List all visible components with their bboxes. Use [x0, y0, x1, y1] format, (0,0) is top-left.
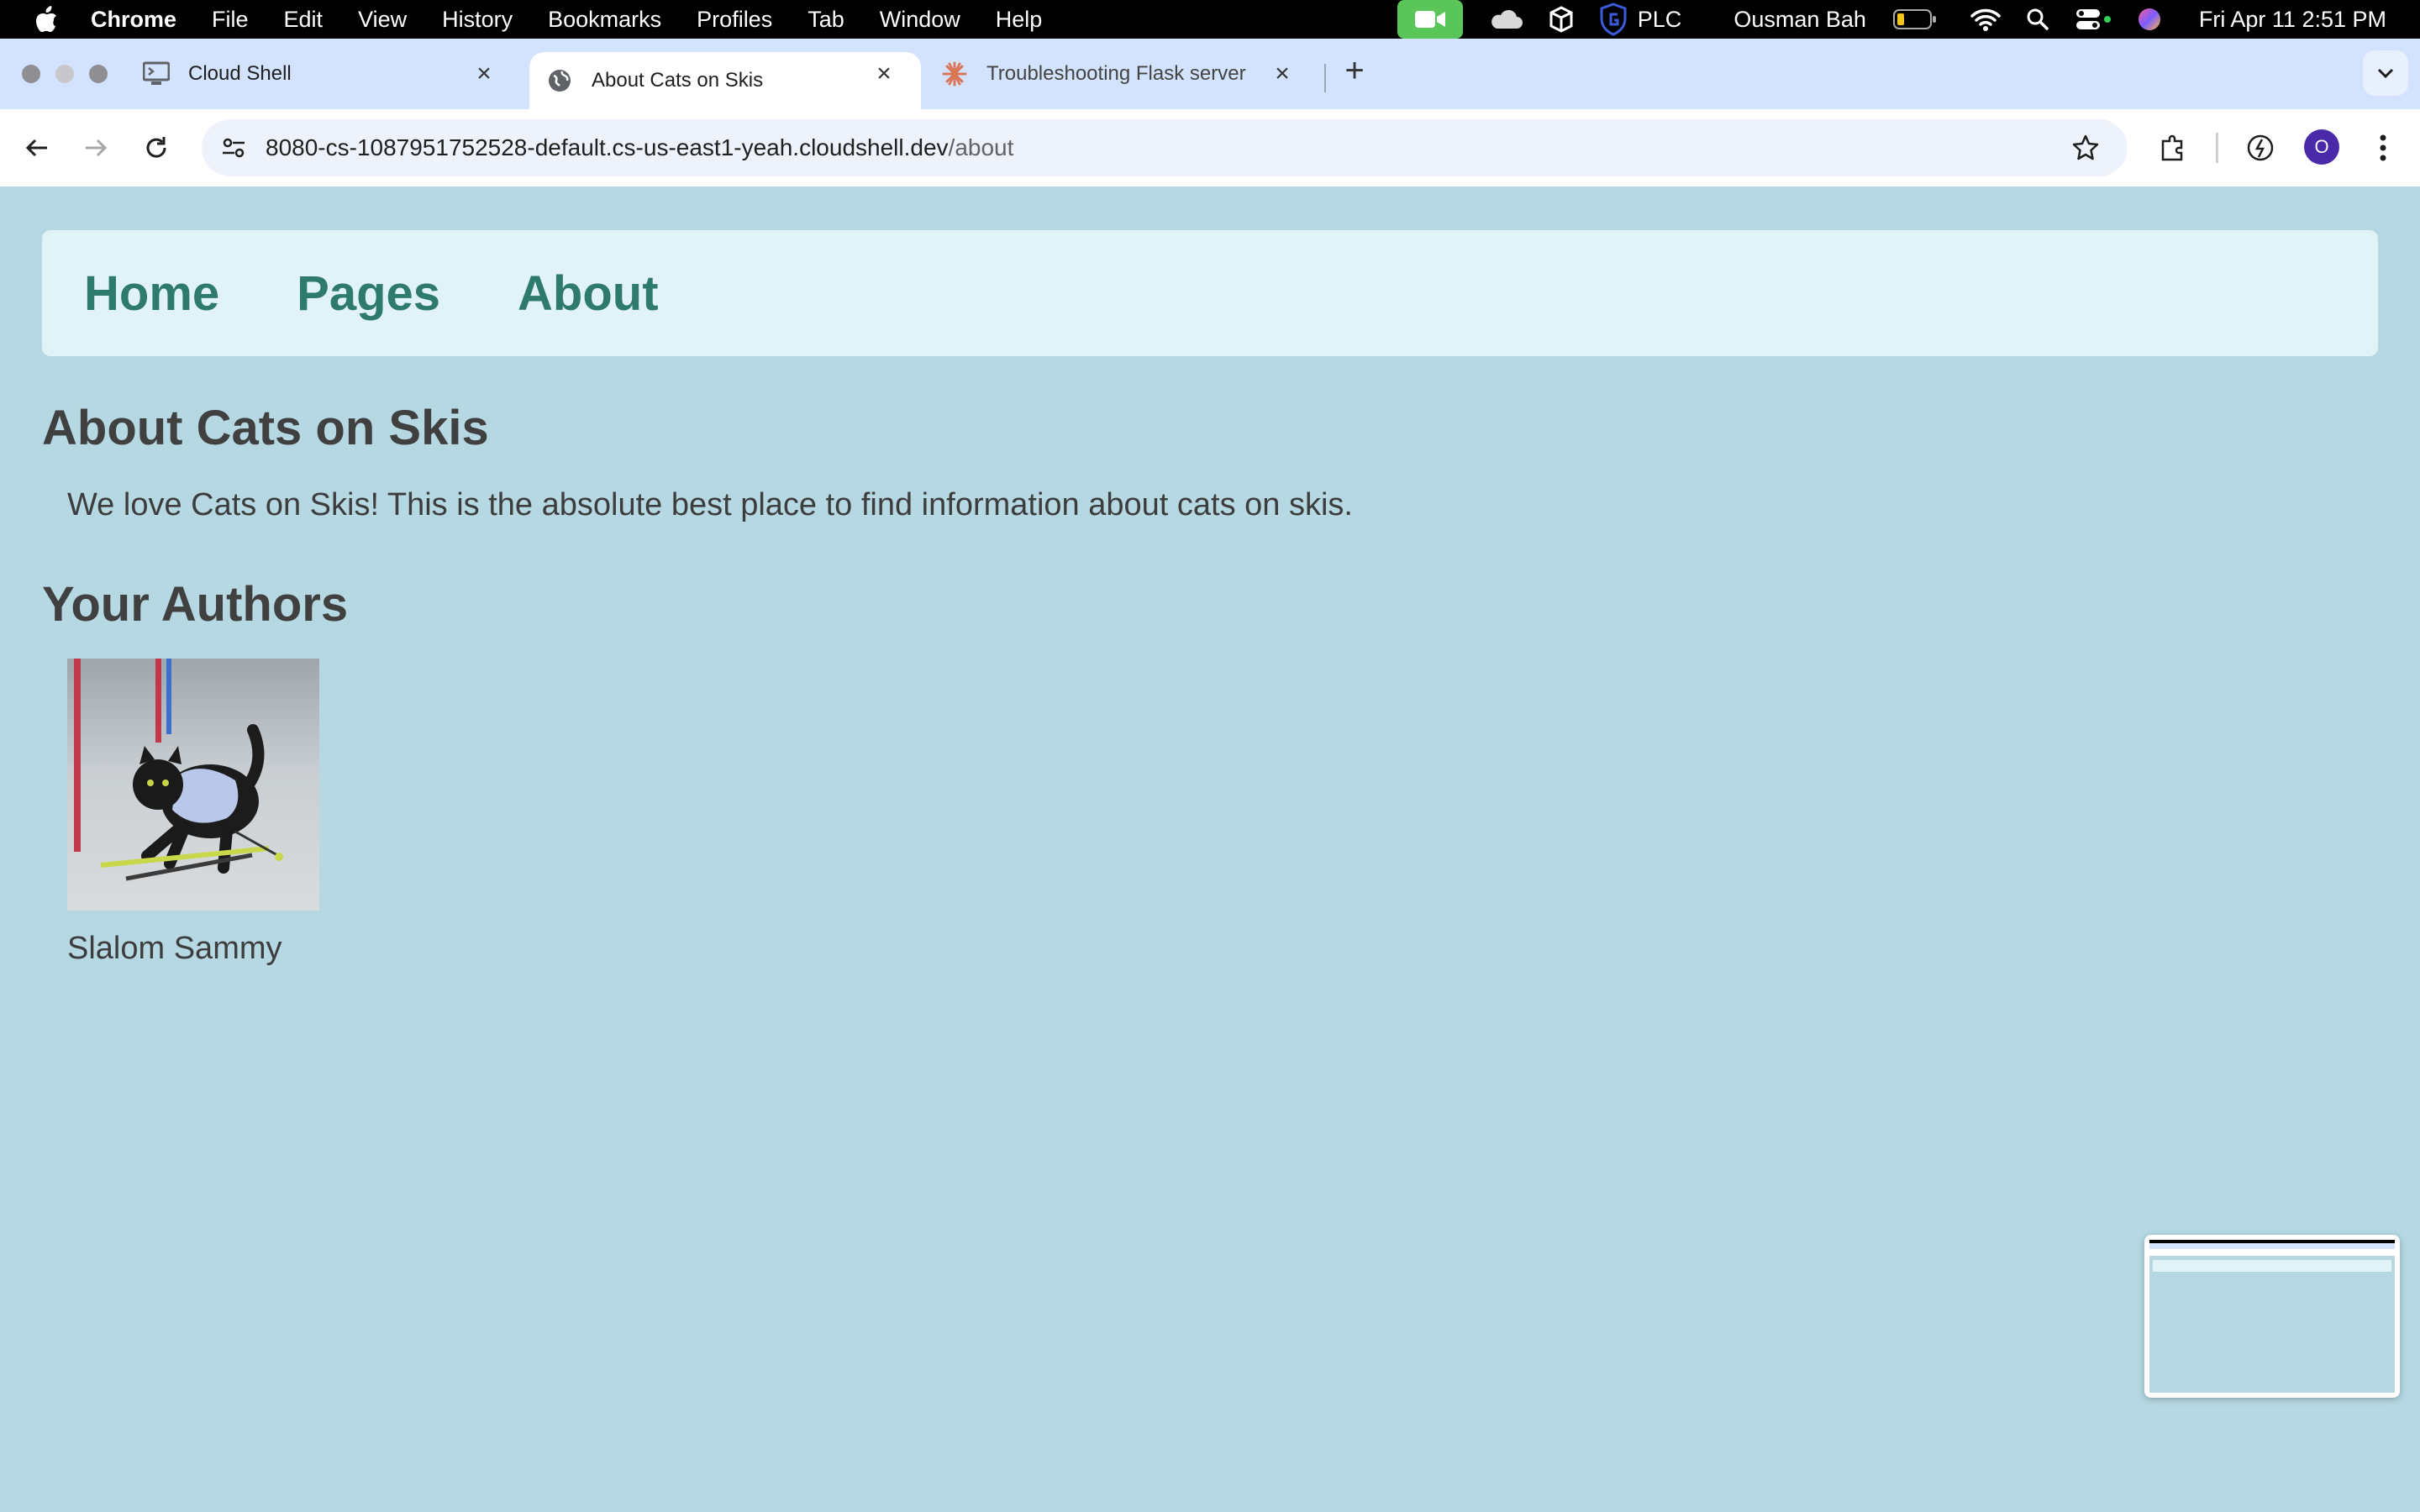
tab-cloud-shell[interactable]: Cloud Shell ×: [143, 39, 521, 109]
new-tab-button[interactable]: +: [1338, 52, 1371, 89]
tab-title: Troubleshooting Flask server: [986, 62, 1246, 85]
user-name-label[interactable]: Ousman Bah: [1733, 7, 1866, 33]
url-text[interactable]: 8080-cs-1087951752528-default.cs-us-east…: [266, 134, 1013, 161]
control-center-icon[interactable]: [2075, 0, 2112, 39]
cloud-shell-icon: [143, 60, 170, 87]
status-plc-label[interactable]: PLC: [1638, 7, 1682, 33]
reload-button[interactable]: [136, 128, 176, 168]
menu-profiles[interactable]: Profiles: [697, 7, 772, 33]
performance-button[interactable]: [2240, 128, 2281, 168]
spotlight-search-icon[interactable]: [2026, 0, 2049, 39]
apple-icon[interactable]: [32, 5, 60, 34]
wifi-icon[interactable]: [1970, 0, 2001, 39]
tab-search-button[interactable]: [2363, 50, 2408, 96]
claude-icon: [941, 60, 968, 87]
menu-view[interactable]: View: [358, 7, 407, 33]
thumbnail-tabs: [2149, 1243, 2395, 1249]
toolbar-separator: [2216, 133, 2218, 163]
siri-icon[interactable]: [2137, 0, 2162, 39]
screenshot-thumbnail[interactable]: [2144, 1235, 2400, 1398]
tab-troubleshooting-flask[interactable]: Troubleshooting Flask server ×: [941, 39, 1319, 109]
tab-separator: [1324, 64, 1326, 92]
chrome-menu-button[interactable]: [2363, 128, 2403, 168]
tab-close-icon[interactable]: ×: [1270, 60, 1294, 87]
web-page: Home Pages About About Cats on Skis We l…: [0, 186, 2420, 1512]
speedometer-icon: [2247, 134, 2274, 161]
kebab-menu-icon: [2380, 134, 2386, 161]
tab-close-icon[interactable]: ×: [472, 60, 496, 87]
nav-link-pages[interactable]: Pages: [297, 265, 440, 322]
tab-title: Cloud Shell: [188, 62, 292, 85]
window-close-button[interactable]: [22, 65, 40, 83]
menu-bookmarks[interactable]: Bookmarks: [548, 7, 661, 33]
url-host: 8080-cs-1087951752528-default.cs-us-east…: [266, 134, 949, 160]
site-navbar: Home Pages About: [42, 230, 2378, 356]
cloud-icon[interactable]: [1488, 0, 1523, 39]
arrow-right-icon: [86, 139, 108, 157]
battery-icon[interactable]: [1892, 0, 1937, 39]
menu-app-name[interactable]: Chrome: [91, 7, 176, 33]
thumbnail-preview: [2149, 1240, 2395, 1393]
address-bar[interactable]: 8080-cs-1087951752528-default.cs-us-east…: [202, 119, 2128, 176]
menu-tab[interactable]: Tab: [808, 7, 844, 33]
intro-paragraph: We love Cats on Skis! This is the absolu…: [67, 487, 1353, 522]
thumbnail-toolbar: [2149, 1249, 2395, 1256]
profile-avatar[interactable]: O: [2304, 129, 2339, 165]
globe-icon: [546, 67, 573, 94]
page-title: About Cats on Skis: [42, 401, 489, 455]
tab-close-icon[interactable]: ×: [872, 60, 896, 87]
window-zoom-button[interactable]: [89, 65, 108, 83]
forward-button[interactable]: [76, 128, 116, 168]
nav-link-about[interactable]: About: [518, 265, 659, 322]
authors-heading: Your Authors: [42, 577, 349, 632]
menubar-status-area: PLC Ousman Bah Fri Apr 11 2:51 PM: [1397, 0, 2420, 39]
site-settings-icon[interactable]: [217, 131, 250, 165]
tab-title: About Cats on Skis: [592, 69, 764, 92]
author-name: Slalom Sammy: [67, 931, 282, 966]
shield-icon[interactable]: [1599, 0, 1628, 39]
box-icon[interactable]: [1549, 0, 1574, 39]
window-minimize-button[interactable]: [55, 65, 74, 83]
menu-history[interactable]: History: [442, 7, 513, 33]
facetime-icon[interactable]: [1397, 0, 1463, 39]
url-path: /about: [948, 134, 1014, 160]
bookmark-star-icon[interactable]: [2069, 131, 2102, 165]
tab-about-cats-on-skis[interactable]: About Cats on Skis ×: [529, 52, 921, 109]
thumbnail-navbar: [2153, 1260, 2391, 1272]
menu-file[interactable]: File: [212, 7, 249, 33]
chevron-down-icon: [2377, 68, 2394, 79]
menubar-clock[interactable]: Fri Apr 11 2:51 PM: [2199, 7, 2386, 33]
back-button[interactable]: [17, 128, 57, 168]
author-photo: [67, 659, 319, 911]
menu-edit[interactable]: Edit: [284, 7, 324, 33]
extensions-button[interactable]: [2153, 128, 2193, 168]
arrow-left-icon: [25, 139, 47, 157]
nav-link-home[interactable]: Home: [84, 265, 219, 322]
puzzle-icon: [2161, 134, 2183, 161]
menu-help[interactable]: Help: [996, 7, 1043, 33]
macos-menubar: Chrome File Edit View History Bookmarks …: [0, 0, 2420, 39]
reload-icon: [146, 137, 166, 158]
menu-window[interactable]: Window: [880, 7, 960, 33]
